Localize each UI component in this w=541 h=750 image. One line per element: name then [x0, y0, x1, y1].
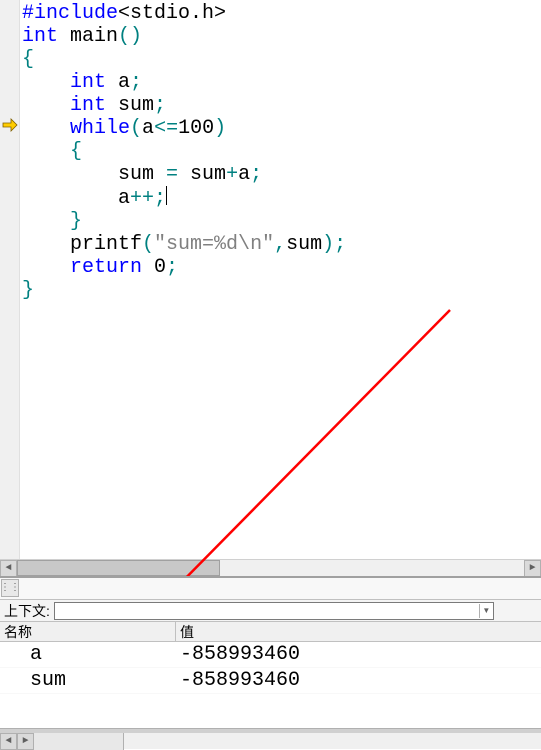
code-editor[interactable]: #include<stdio.h>int main(){ int a; int …	[0, 0, 541, 576]
editor-horizontal-scrollbar[interactable]: ◄ ►	[0, 559, 541, 576]
code-line[interactable]: {	[22, 140, 346, 163]
code-line[interactable]: sum = sum+a;	[22, 163, 346, 186]
variable-row[interactable]: sum-858993460	[0, 668, 541, 694]
context-dropdown[interactable]: ▼	[54, 602, 494, 620]
variable-name: sum	[0, 668, 176, 693]
debug-watch-panel: ⋮⋮ 上下文: ▼ 名称 值 a-858993460sum-858993460 …	[0, 576, 541, 749]
code-line[interactable]: int main()	[22, 25, 346, 48]
panel-tab-bar: ◄ ►	[0, 732, 541, 749]
tab-scroll-right-button[interactable]: ►	[17, 733, 34, 750]
code-line[interactable]: a++;	[22, 186, 346, 210]
annotation-arrow-icon	[70, 300, 470, 576]
code-line[interactable]: while(a<=100)	[22, 117, 346, 140]
variable-row[interactable]: a-858993460	[0, 642, 541, 668]
variables-header: 名称 值	[0, 622, 541, 642]
variable-name: a	[0, 642, 176, 667]
variable-value: -858993460	[176, 642, 541, 667]
scroll-right-button[interactable]: ►	[524, 560, 541, 576]
code-line[interactable]: }	[22, 210, 346, 233]
code-line[interactable]: #include<stdio.h>	[22, 2, 346, 25]
variables-table: 名称 值 a-858993460sum-858993460	[0, 622, 541, 694]
context-bar: 上下文: ▼	[0, 600, 541, 622]
variable-value: -858993460	[176, 668, 541, 693]
scroll-thumb[interactable]	[17, 560, 220, 576]
debug-toolbar: ⋮⋮	[0, 578, 541, 600]
panel-tab[interactable]	[34, 733, 124, 750]
code-line[interactable]: }	[22, 279, 346, 302]
scroll-track[interactable]	[17, 560, 524, 576]
text-caret	[166, 186, 167, 205]
header-value[interactable]: 值	[176, 622, 541, 641]
scroll-left-button[interactable]: ◄	[0, 560, 17, 576]
code-line[interactable]: return 0;	[22, 256, 346, 279]
code-line[interactable]: int sum;	[22, 94, 346, 117]
chevron-down-icon: ▼	[479, 604, 493, 618]
header-name[interactable]: 名称	[0, 622, 176, 641]
code-content[interactable]: #include<stdio.h>int main(){ int a; int …	[20, 0, 348, 304]
code-line[interactable]: {	[22, 48, 346, 71]
code-line[interactable]: int a;	[22, 71, 346, 94]
tab-scroll-left-button[interactable]: ◄	[0, 733, 17, 750]
toolbar-grip-icon[interactable]: ⋮⋮	[1, 579, 19, 597]
context-label: 上下文:	[4, 601, 50, 621]
execution-arrow-icon	[1, 116, 19, 134]
code-line[interactable]: printf("sum=%d\n",sum);	[22, 233, 346, 256]
editor-gutter	[0, 0, 20, 576]
